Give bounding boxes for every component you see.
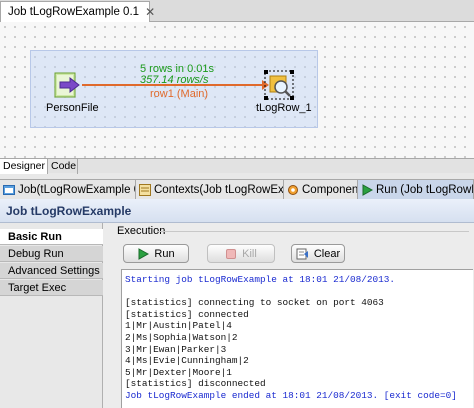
console-line: Starting job tLogRowExample at 18:01 21/…: [125, 274, 396, 285]
file-input-icon: [54, 72, 80, 98]
contexts-icon: [139, 183, 151, 196]
basic-run-panel: Execution Run Kill Clear Starting job tL…: [103, 223, 474, 408]
console-line: 3|Mr|Ewan|Parker|3: [125, 343, 227, 355]
personfile-component[interactable]: [54, 72, 82, 101]
tab-contexts[interactable]: Contexts(Job tLogRowExam: [136, 180, 284, 199]
clear-button-label: Clear: [313, 247, 341, 260]
run-button[interactable]: Run: [123, 244, 189, 263]
job-editor: Job tLogRowExample 0.1 ✕ PersonFile 5 ro…: [0, 0, 474, 174]
close-icon[interactable]: ✕: [145, 5, 155, 19]
tlogrow-component[interactable]: [264, 70, 294, 103]
tab-contexts-label: Contexts(Job tLogRowExam: [154, 183, 284, 196]
nav-advanced-settings[interactable]: Advanced Settings: [0, 263, 103, 279]
tab-code[interactable]: Code: [48, 159, 78, 174]
editor-bottom-tabs: Designer Code: [0, 158, 474, 174]
console-line: [statistics] disconnected: [125, 378, 266, 390]
console-line: 1|Mr|Austin|Patel|4: [125, 320, 232, 332]
console-output[interactable]: Starting job tLogRowExample at 18:01 21/…: [121, 269, 473, 408]
tab-job[interactable]: Job(tLogRowExample 0.1): [0, 180, 136, 199]
console-line: Job tLogRowExample ended at 18:01 21/08/…: [125, 389, 457, 401]
tab-run[interactable]: Run (Job tLogRowExample: [358, 180, 474, 199]
console-line: 2|Ms|Sophia|Watson|2: [125, 331, 238, 343]
play-icon: [138, 247, 150, 260]
job-icon: [3, 184, 15, 195]
console-line: 4|Ms|Evie|Cunningham|2: [125, 355, 249, 367]
nav-debug-run[interactable]: Debug Run: [0, 246, 103, 262]
editor-tab-bar: Job tLogRowExample 0.1 ✕: [0, 0, 474, 22]
stop-icon: [226, 248, 237, 259]
run-button-label: Run: [154, 247, 175, 260]
console-line: [statistics] connecting to socket on por…: [125, 297, 384, 309]
execution-separator: [157, 231, 469, 232]
run-view-title: Job tLogRowExample: [0, 199, 474, 223]
nav-basic-run[interactable]: Basic Run: [0, 229, 103, 245]
rate-stat: 357.14 rows/s: [140, 74, 209, 86]
design-canvas[interactable]: PersonFile 5 rows in 0.01s 357.14 rows/s…: [0, 22, 474, 158]
run-side-nav: Basic Run Debug Run Advanced Settings Ta…: [0, 223, 103, 408]
editor-tab-label: Job tLogRowExample 0.1: [8, 6, 140, 18]
console-line: [statistics] connected: [125, 308, 249, 320]
tab-component[interactable]: Component: [284, 180, 358, 199]
clear-button[interactable]: Clear: [291, 244, 345, 263]
kill-button-label: Kill: [242, 247, 257, 260]
editor-tab-job[interactable]: Job tLogRowExample 0.1 ✕: [0, 1, 155, 22]
nav-target-exec[interactable]: Target Exec: [0, 280, 103, 296]
tlogrow-label: tLogRow_1: [256, 102, 312, 114]
tab-run-label: Run (Job tLogRowExample: [376, 183, 473, 196]
view-tab-bar: Job(tLogRowExample 0.1) Contexts(Job tLo…: [0, 179, 474, 199]
component-icon: [288, 184, 298, 195]
tab-component-label: Component: [302, 183, 358, 196]
connection-label: row1 (Main): [150, 88, 209, 100]
console-line: 5|Mr|Dexter|Moore|1: [125, 366, 232, 378]
clear-icon: [296, 248, 308, 259]
kill-button[interactable]: Kill: [207, 244, 275, 263]
tab-designer[interactable]: Designer: [0, 159, 48, 174]
log-row-icon: [264, 70, 294, 100]
run-icon: [362, 183, 373, 196]
personfile-label: PersonFile: [46, 102, 99, 114]
tab-job-label: Job(tLogRowExample 0.1): [18, 183, 135, 196]
